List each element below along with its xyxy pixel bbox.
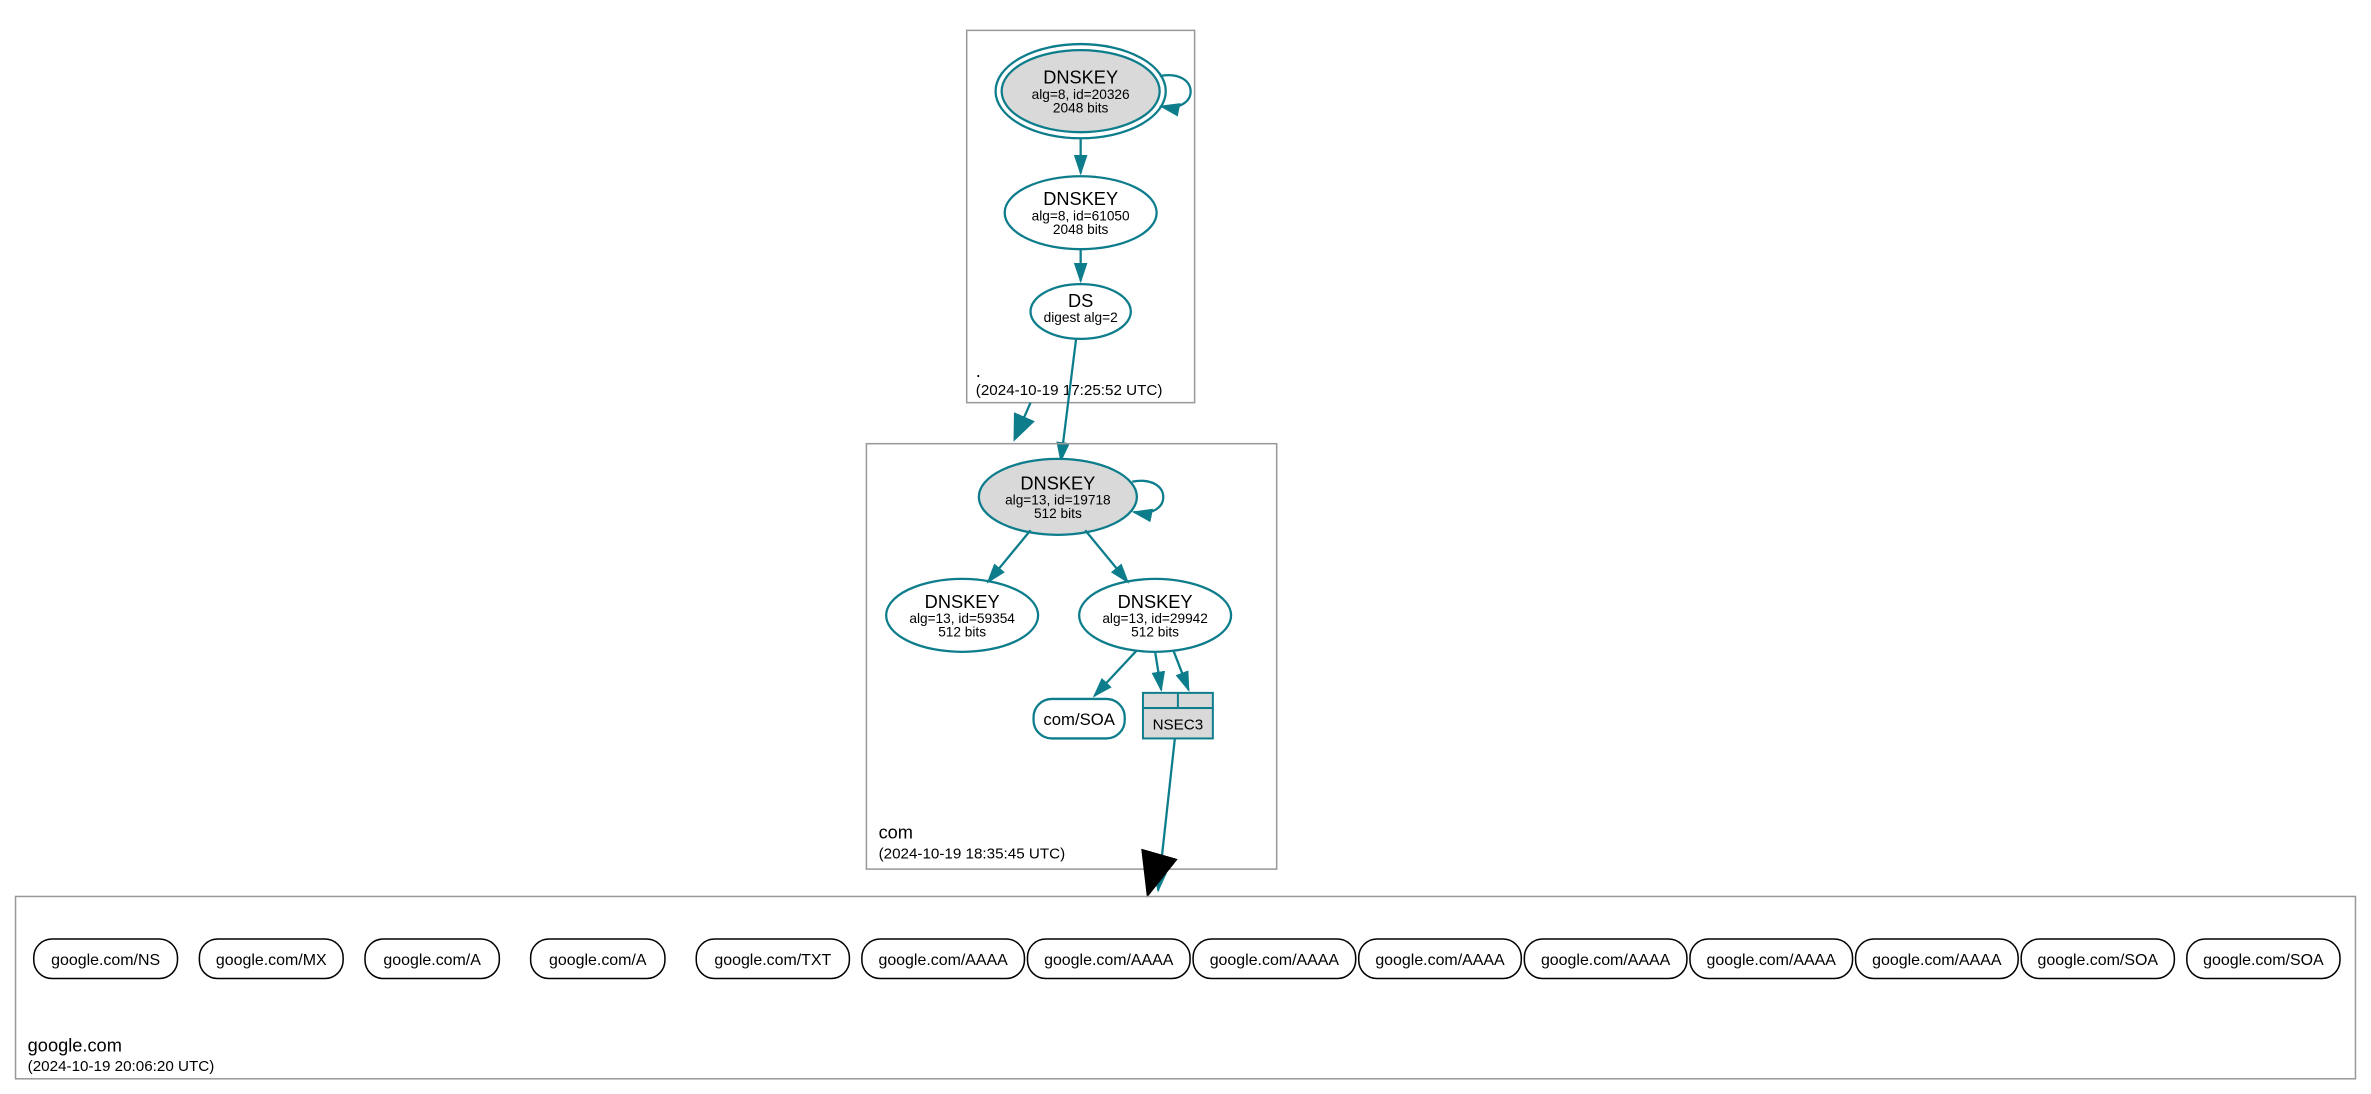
rrset-label: google.com/SOA <box>2038 952 2159 969</box>
root-zone-label: . <box>976 360 981 381</box>
rrset-label: google.com/AAAA <box>1707 952 1837 969</box>
rrset-label: google.com/NS <box>51 952 160 969</box>
com-nsec3-node: NSEC3 <box>1143 693 1213 739</box>
google-zone-timestamp: (2024-10-19 20:06:20 UTC) <box>28 1058 215 1075</box>
rrset-label: google.com/AAAA <box>1872 952 2002 969</box>
rrset-label: google.com/AAAA <box>878 952 1008 969</box>
com-zsk2-node: DNSKEY alg=13, id=29942 512 bits <box>1079 579 1231 652</box>
rrset-label: google.com/AAAA <box>1541 952 1671 969</box>
rrset-label: google.com/AAAA <box>1044 952 1174 969</box>
edge-root-com-zone <box>1015 403 1030 438</box>
rrset-label: google.com/AAAA <box>1375 952 1505 969</box>
root-zone: DNSKEY alg=8, id=20326 2048 bits DNSKEY … <box>967 30 1195 402</box>
google-zone-label: google.com <box>28 1034 122 1055</box>
root-ds-node: DS digest alg=2 <box>1031 284 1131 339</box>
com-zone: DNSKEY alg=13, id=19718 512 bits DNSKEY … <box>866 444 1276 869</box>
rrset-label: google.com/TXT <box>714 952 831 969</box>
com-soa-label: com/SOA <box>1043 710 1115 729</box>
rrset-label: google.com/AAAA <box>1210 952 1340 969</box>
root-zsk-bits: 2048 bits <box>1053 222 1109 237</box>
root-ds-digest: digest alg=2 <box>1044 310 1118 325</box>
rrset-label: google.com/SOA <box>2203 952 2324 969</box>
edge-comksk-zsk1 <box>988 530 1031 582</box>
edge-zsk2-nsec3b <box>1173 650 1188 690</box>
com-ksk-title: DNSKEY <box>1020 472 1095 493</box>
com-zsk1-bits: 512 bits <box>938 625 986 640</box>
rrset-label: google.com/A <box>549 952 647 969</box>
edge-zsk2-nsec3a <box>1155 652 1161 690</box>
dnssec-graph: DNSKEY alg=8, id=20326 2048 bits DNSKEY … <box>0 0 2371 1094</box>
com-ksk-node: DNSKEY alg=13, id=19718 512 bits <box>979 459 1137 535</box>
root-zsk-title: DNSKEY <box>1043 188 1118 209</box>
rrset-label: google.com/MX <box>216 952 327 969</box>
com-zsk2-title: DNSKEY <box>1118 591 1193 612</box>
google-zone: google.com/NS google.com/MX google.com/A go… <box>16 896 2356 1078</box>
root-ds-title: DS <box>1068 290 1093 311</box>
root-ksk-node: DNSKEY alg=8, id=20326 2048 bits <box>996 44 1166 138</box>
edge-nsec3-google <box>1158 738 1175 890</box>
root-ksk-bits: 2048 bits <box>1053 100 1109 115</box>
edge-zsk2-soa <box>1094 650 1137 696</box>
com-soa-node: com/SOA <box>1034 699 1125 739</box>
com-zsk1-title: DNSKEY <box>925 591 1000 612</box>
com-nsec3-label: NSEC3 <box>1153 716 1204 733</box>
edge-com-google-zone <box>1149 869 1155 890</box>
rrset-row: google.com/NS google.com/MX google.com/A go… <box>34 939 2340 979</box>
com-zone-label: com <box>879 822 913 843</box>
com-zone-timestamp: (2024-10-19 18:35:45 UTC) <box>879 845 1066 862</box>
com-zsk2-bits: 512 bits <box>1131 625 1179 640</box>
root-ksk-title: DNSKEY <box>1043 67 1118 88</box>
com-zsk1-node: DNSKEY alg=13, id=59354 512 bits <box>886 579 1038 652</box>
edge-comksk-zsk2 <box>1085 530 1128 582</box>
rrset-label: google.com/A <box>383 952 481 969</box>
edge-ds-comksk <box>1061 339 1076 461</box>
com-ksk-bits: 512 bits <box>1034 506 1082 521</box>
root-zsk-node: DNSKEY alg=8, id=61050 2048 bits <box>1005 176 1157 249</box>
